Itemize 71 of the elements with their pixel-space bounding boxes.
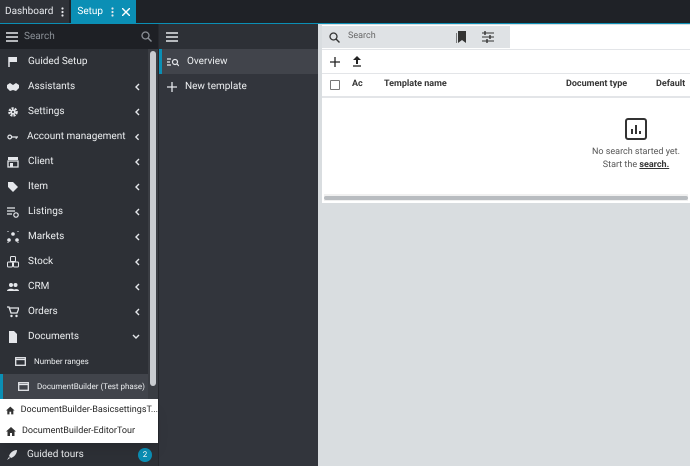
sidebar-item[interactable]: CRM — [0, 274, 148, 299]
store-icon — [7, 156, 19, 168]
sliders-icon[interactable] — [482, 31, 494, 43]
sidebar-item[interactable]: DocumentBuilder (Test phase) — [0, 374, 148, 399]
chevron-left-icon[interactable] — [134, 158, 140, 166]
menu-item[interactable]: DocumentBuilder-BasicsettingsT... — [0, 400, 158, 421]
sidebar-item[interactable]: Item — [0, 174, 148, 199]
column-header[interactable]: Document type — [566, 78, 656, 92]
column-header[interactable]: Default — [656, 78, 686, 92]
tab[interactable]: Setup — [71, 0, 136, 23]
chevron-left-icon[interactable] — [134, 132, 140, 140]
document-icon — [7, 330, 19, 342]
empty-message: No search started yet. — [592, 146, 680, 158]
sidebar-item[interactable]: Markets — [0, 224, 148, 249]
tag-icon — [7, 180, 19, 192]
menu-icon[interactable] — [6, 32, 18, 42]
people-icon — [7, 280, 19, 292]
flag-icon — [7, 56, 19, 68]
upload-icon[interactable] — [352, 56, 362, 67]
sidebar-item[interactable]: Client — [0, 149, 148, 174]
sidebar-item[interactable]: Documents — [0, 324, 148, 349]
add-icon[interactable] — [330, 56, 340, 66]
search-link[interactable]: search. — [639, 160, 670, 170]
boxes-icon — [7, 256, 19, 268]
more-icon[interactable] — [61, 6, 64, 16]
close-icon[interactable] — [122, 8, 130, 16]
chevron-left-icon[interactable] — [134, 282, 140, 290]
list-icon — [7, 206, 19, 218]
search-field[interactable]: Search — [322, 26, 510, 48]
footer-link[interactable]: Guided tours — [27, 447, 138, 462]
count-badge: 2 — [138, 448, 152, 462]
chevron-left-icon[interactable] — [134, 232, 140, 240]
sidebar-item[interactable]: Account management — [0, 124, 148, 149]
sidebar-item[interactable]: Number ranges — [0, 349, 148, 374]
sidebar-item[interactable]: Assistants — [0, 74, 148, 99]
nav-item[interactable]: Overview — [159, 49, 318, 74]
search-input[interactable]: Search — [348, 30, 448, 44]
chevron-left-icon[interactable] — [134, 258, 140, 266]
chevron-left-icon[interactable] — [134, 108, 140, 116]
nav-item[interactable]: New template — [159, 74, 318, 99]
search-icon[interactable] — [141, 31, 152, 42]
chevron-left-icon[interactable] — [134, 82, 140, 90]
sidebar-item[interactable]: Orders — [0, 299, 148, 324]
chart-icon — [625, 118, 647, 140]
sidebar-item[interactable]: Guided Setup — [0, 49, 148, 74]
window-icon — [15, 357, 26, 366]
chevron-left-icon[interactable] — [134, 208, 140, 216]
tab[interactable]: Dashboard — [0, 0, 70, 23]
scrollbar[interactable] — [324, 194, 688, 201]
chevron-left-icon[interactable] — [134, 182, 140, 190]
column-header[interactable]: Template name — [384, 78, 566, 92]
list-search-icon — [167, 56, 179, 66]
chevron-down-icon[interactable] — [132, 334, 140, 340]
window-icon — [18, 382, 29, 391]
sidebar-item[interactable]: Stock — [0, 249, 148, 274]
sidebar-item[interactable]: Settings — [0, 99, 148, 124]
plus-icon — [167, 82, 177, 92]
column-header[interactable]: Ac — [352, 78, 384, 92]
search-icon[interactable] — [329, 32, 340, 42]
menu-icon[interactable] — [166, 32, 178, 42]
sidebar-item[interactable]: Listings — [0, 199, 148, 224]
chevron-left-icon[interactable] — [134, 308, 140, 316]
checkbox[interactable] — [330, 80, 340, 90]
bookmark-icon[interactable] — [456, 31, 466, 43]
menu-item[interactable]: DocumentBuilder-EditorTour — [0, 421, 158, 442]
home-icon — [6, 406, 15, 415]
empty-prompt: Start the search. — [602, 159, 670, 172]
cart-icon — [7, 306, 19, 318]
gear-icon — [7, 106, 19, 118]
home-icon — [6, 427, 16, 436]
network-icon — [7, 230, 19, 242]
